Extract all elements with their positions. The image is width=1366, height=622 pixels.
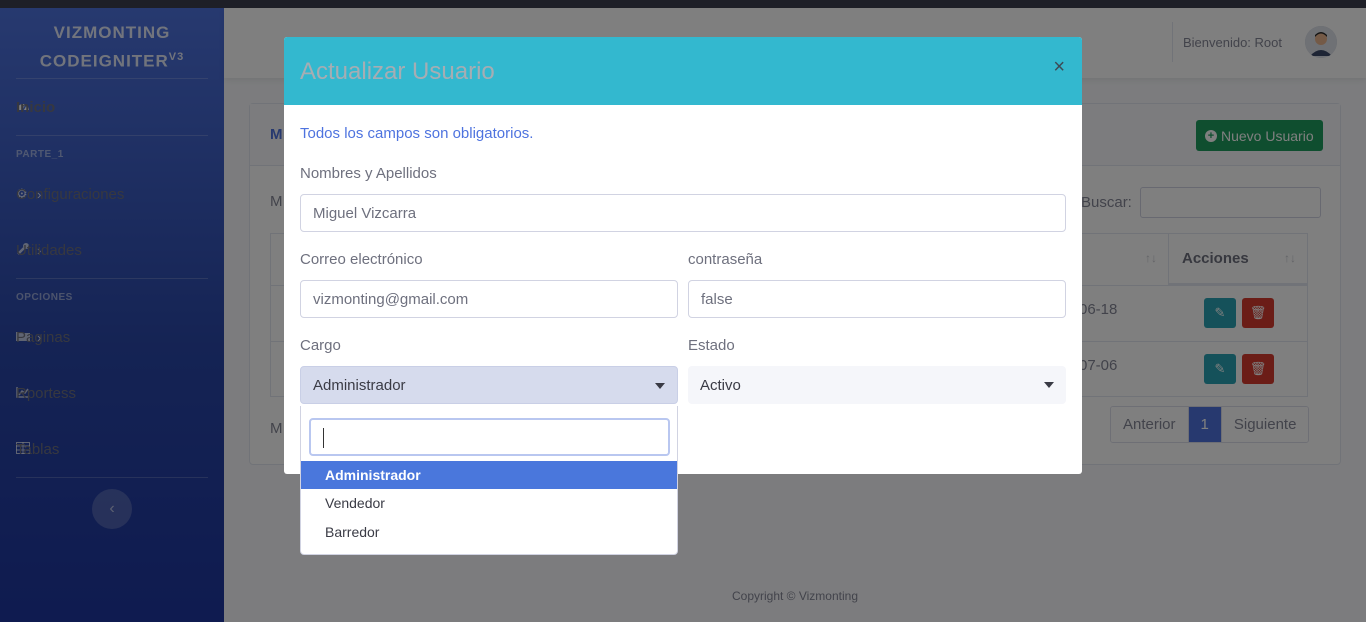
text-cursor bbox=[323, 428, 324, 448]
cargo-dropdown: Administrador Vendedor Barredor bbox=[300, 406, 678, 555]
caret-down-icon bbox=[1044, 382, 1054, 388]
modal-title: Actualizar Usuario bbox=[300, 58, 495, 85]
caret-down-icon bbox=[655, 383, 665, 389]
dropdown-option-vendedor[interactable]: Vendedor bbox=[301, 489, 677, 517]
estado-label: Estado bbox=[688, 337, 735, 354]
estado-select[interactable]: Activo bbox=[688, 366, 1066, 404]
dropdown-option-barredor[interactable]: Barredor bbox=[301, 518, 677, 546]
email-label: Correo electrónico bbox=[300, 251, 423, 268]
password-field[interactable]: false bbox=[688, 280, 1066, 318]
dropdown-option-administrador[interactable]: Administrador bbox=[301, 461, 677, 489]
password-label: contraseña bbox=[688, 251, 763, 268]
close-icon[interactable]: × bbox=[1053, 56, 1065, 79]
cargo-value: Administrador bbox=[313, 376, 406, 394]
required-note: Todos los campos son obligatorios. bbox=[300, 125, 534, 142]
dropdown-search-input[interactable] bbox=[309, 418, 670, 456]
password-value: false bbox=[701, 290, 733, 308]
modal-header: Actualizar Usuario × bbox=[284, 37, 1082, 105]
name-label: Nombres y Apellidos bbox=[300, 165, 437, 182]
name-field[interactable]: Miguel Vizcarra bbox=[300, 194, 1066, 232]
email-field[interactable]: vizmonting@gmail.com bbox=[300, 280, 678, 318]
cargo-label: Cargo bbox=[300, 337, 341, 354]
cargo-select[interactable]: Administrador bbox=[300, 366, 678, 404]
estado-value: Activo bbox=[700, 376, 741, 394]
name-value: Miguel Vizcarra bbox=[313, 204, 417, 222]
email-value: vizmonting@gmail.com bbox=[313, 290, 469, 308]
